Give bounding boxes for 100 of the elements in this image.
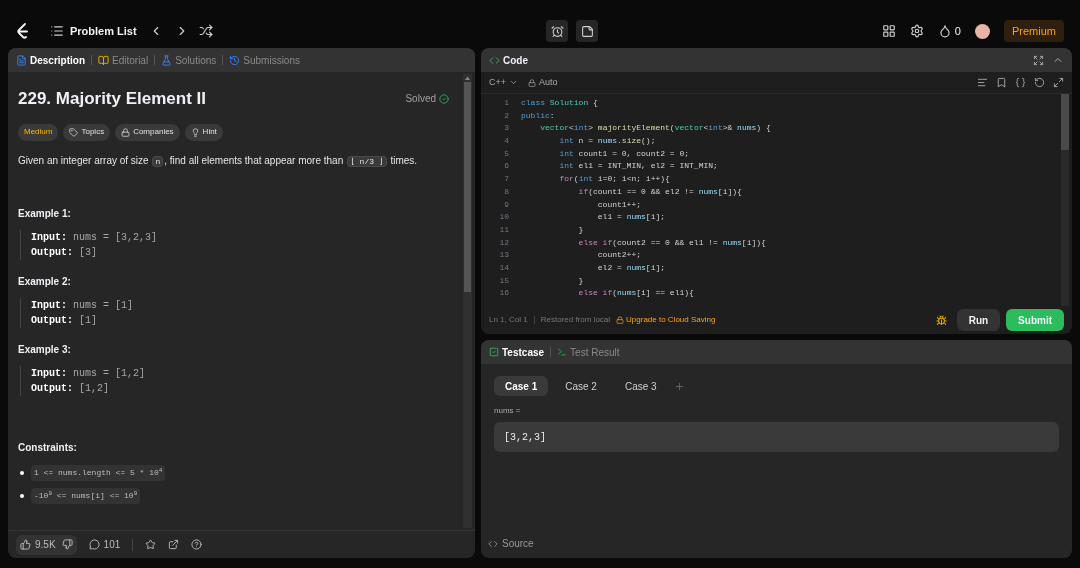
bookmark-icon[interactable] [996,77,1007,88]
panel-tab[interactable]: Testcase [489,344,545,360]
constraint: -10$^{9}$ <= nums[i] <= 10$^{9}$ [31,487,141,504]
example-heading: Example 1: [18,206,72,221]
code-line: int el1 = INT_MIN, el2 = INT_MIN; [558,160,718,173]
line-number: 7 [503,173,509,186]
code-icon [489,54,500,66]
fullscreen-icon[interactable] [1033,54,1044,66]
avatar[interactable] [975,23,990,39]
panel-tab[interactable]: Solutions [161,52,217,68]
line-number: 13 [498,249,509,262]
logo-icon[interactable] [16,23,30,39]
checkbox-icon [489,347,499,357]
panel-tab[interactable]: Test Result [557,344,620,360]
premium-button[interactable]: Premium [1004,20,1064,42]
panel-tab[interactable]: Description [16,52,85,68]
panel-tab[interactable]: Editorial [98,52,149,68]
bullet-icon [20,470,24,475]
help-icon[interactable] [191,539,203,550]
example-label: Output: [31,313,73,328]
problem-list-link[interactable]: Problem List [70,22,137,40]
settings-icon[interactable] [909,24,924,38]
scroll-up-icon[interactable] [463,74,472,82]
line-number: 5 [503,147,509,160]
example-value: nums = [3,2,3] [73,230,158,245]
case-tab[interactable]: Case 1 [494,376,549,396]
bug-icon[interactable] [935,314,947,326]
flask-icon [161,54,173,66]
run-button[interactable]: Run [956,309,1001,331]
code-line: else if(count2 == 0 && el1 != nums[i]){ [577,236,766,249]
tag-icon [69,127,79,137]
case-tab[interactable]: Case 2 [554,376,608,396]
upgrade-link[interactable]: Upgrade to Cloud Saving [616,314,716,326]
line-number: 2 [503,109,509,122]
code-line: el2 = nums[i]; [596,261,666,274]
drop-icon[interactable] [937,24,952,38]
example-value: nums = [1] [73,298,134,313]
comments-button[interactable]: 101 [88,537,121,552]
mode-label: Auto [539,75,558,89]
expand-icon[interactable] [1053,77,1064,88]
input-field[interactable]: [3,2,3] [494,422,1059,452]
cursor-position: Ln 1, Col 1 [489,314,528,326]
tag-chip[interactable]: Topics [63,123,111,141]
example-label: Output: [31,245,73,260]
scrollbar[interactable] [463,74,472,528]
book-icon [98,54,109,66]
chevron-down-icon [509,78,518,87]
code-line: count1++; [596,198,642,211]
example-value: [3] [79,245,98,260]
notes-button[interactable] [576,20,599,42]
braces-icon[interactable] [1015,77,1026,88]
line-number: 15 [498,274,509,287]
streak-count: 0 [954,23,961,39]
tag-chip[interactable]: Companies [115,123,180,141]
line-number: 3 [503,122,509,135]
input-label: nums = [493,405,522,417]
shuffle-icon[interactable] [198,24,213,38]
code-line: } [577,274,584,287]
tag-chip[interactable]: Hint [184,123,223,141]
share-icon[interactable] [168,539,180,550]
lock-icon [528,78,536,87]
history-icon [229,54,241,66]
line-number: 4 [503,135,509,148]
code-line: count2++; [596,249,642,262]
example-label: Input: [31,366,67,381]
line-number: 6 [503,160,509,173]
difficulty-tag[interactable]: Medium [18,123,59,141]
line-number: 10 [498,211,509,224]
lock-icon [616,316,625,324]
add-icon[interactable] [673,380,685,392]
constraint: 1 <= nums.length <= 5 * 10$^{4}$ [31,464,166,481]
code-line: } [577,223,584,236]
lock-icon [121,127,131,137]
example-label: Output: [31,381,73,396]
case-tab[interactable]: Case 3 [613,376,668,396]
example-label: Input: [31,230,67,245]
constraints-heading: Constraints: [18,440,78,455]
code-line: if(count1 == 0 && el2 != nums[i]){ [577,185,742,198]
thumbs-up-icon [20,539,31,550]
code-line: int n = nums.size(); [558,135,656,148]
grid-icon[interactable] [881,24,896,38]
list-icon[interactable] [50,24,64,38]
panel-tab[interactable]: Submissions [229,52,300,68]
format-icon[interactable] [977,77,988,88]
dislike-icon[interactable] [61,539,73,550]
editor-scrollbar[interactable] [1061,94,1069,306]
language-select[interactable]: C++ [489,75,518,90]
star-icon[interactable] [145,539,157,550]
source-link[interactable]: Source [481,536,1072,558]
code-line: el1 = nums[i]; [596,211,666,224]
lightbulb-icon [190,127,200,137]
timer-button[interactable] [546,20,569,42]
code-line: class Solution { [521,97,598,109]
check-icon [439,93,449,104]
line-number: 1 [503,97,509,109]
code-line: vector<int> majorityElement(vector<int>& nums) { [539,122,771,135]
example-heading: Example 2: [18,274,72,289]
example-value: nums = [1,2] [73,366,146,381]
code-line: public: [521,109,555,122]
reset-icon[interactable] [1034,77,1045,88]
